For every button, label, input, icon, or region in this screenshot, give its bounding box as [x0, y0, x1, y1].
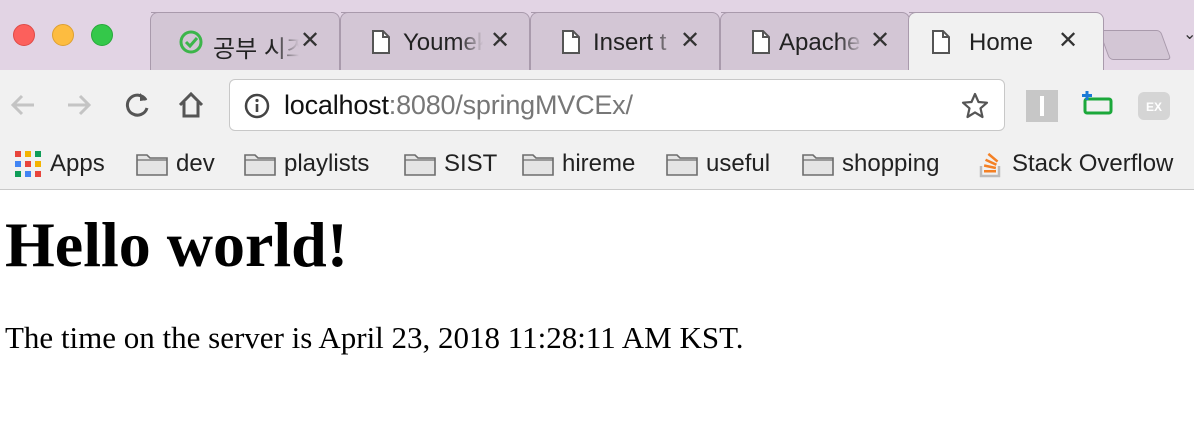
bookmark-folder-dev[interactable]: dev — [136, 146, 215, 182]
tab-close-icon[interactable]: ✕ — [487, 28, 513, 54]
tab-label: Apache — [779, 29, 861, 56]
tab-label: Home — [969, 29, 1034, 56]
page-icon — [562, 30, 580, 54]
tab-strip: 공부 시즈 ✕ Youmek ✕ Insert t ✕ Apache ✕ Hom… — [0, 0, 1194, 70]
browser-toolbar: localhost:8080/springMVCEx/ EX — [0, 70, 1194, 140]
tab-apache[interactable]: Apache ✕ — [720, 12, 910, 70]
info-icon[interactable] — [244, 93, 270, 119]
bookmark-label: dev — [176, 150, 215, 177]
page-heading: Hello world! — [5, 209, 349, 280]
bookmark-folder-playlists[interactable]: playlists — [244, 146, 369, 182]
bookmark-apps[interactable]: Apps — [14, 146, 105, 182]
reload-icon[interactable] — [120, 88, 154, 122]
apps-grid-icon — [15, 151, 41, 177]
tab-close-icon[interactable]: ✕ — [297, 28, 323, 54]
url-host: localhost — [284, 90, 389, 120]
folder-icon — [404, 154, 436, 176]
page-content: Hello world! The time on the server is A… — [0, 190, 1194, 426]
tab-close-icon[interactable]: ✕ — [677, 28, 703, 54]
bookmarks-bar: Apps dev playlists SIST hireme useful sh… — [0, 140, 1194, 190]
window-zoom-button[interactable] — [91, 24, 113, 46]
server-time-text: The time on the server is April 23, 2018… — [5, 320, 744, 355]
bookmark-folder-sist[interactable]: SIST — [404, 146, 497, 182]
folder-icon — [244, 154, 276, 176]
window-close-button[interactable] — [13, 24, 35, 46]
tab-home[interactable]: Home ✕ — [908, 12, 1104, 70]
address-bar[interactable]: localhost:8080/springMVCEx/ — [229, 79, 1005, 131]
tab-study-timer[interactable]: 공부 시즈 ✕ — [150, 12, 340, 70]
page-icon — [932, 30, 950, 54]
folder-icon — [802, 154, 834, 176]
tab-label: 공부 시즈 — [213, 36, 299, 63]
tab-label: Insert t — [593, 29, 667, 56]
url-path: :8080/springMVCEx/ — [388, 90, 633, 120]
bookmark-label: SIST — [444, 150, 498, 177]
window-minimize-button[interactable] — [52, 24, 74, 46]
folder-icon — [666, 154, 698, 176]
tab-insert[interactable]: Insert t ✕ — [530, 12, 720, 70]
page-icon — [752, 30, 770, 54]
folder-icon — [522, 154, 554, 176]
bookmark-folder-shopping[interactable]: shopping — [802, 146, 939, 182]
new-tab-button[interactable] — [1098, 30, 1172, 60]
bookmark-stack-overflow[interactable]: Stack Overflow — [978, 146, 1173, 182]
study-timer-icon — [179, 30, 203, 54]
bookmark-star-icon[interactable] — [960, 91, 990, 121]
tab-youmek[interactable]: Youmek ✕ — [340, 12, 530, 70]
bookmark-label: useful — [706, 150, 771, 177]
bookmark-label: shopping — [842, 150, 940, 177]
stack-overflow-icon — [979, 152, 1001, 178]
tab-close-icon[interactable]: ✕ — [867, 28, 893, 54]
back-arrow-icon[interactable] — [6, 88, 40, 122]
instapaper-icon[interactable] — [1026, 90, 1058, 122]
chevron-down-icon[interactable]: ⌄ — [1183, 24, 1194, 44]
page-icon — [372, 30, 390, 54]
bookmark-label: playlists — [284, 150, 370, 177]
bookmark-label: Stack Overflow — [1012, 150, 1174, 177]
folder-icon — [136, 154, 168, 176]
bookmark-label: Apps — [50, 150, 105, 177]
url-text[interactable]: localhost:8080/springMVCEx/ — [284, 90, 633, 121]
tag-extension-icon[interactable] — [1082, 90, 1114, 122]
tab-label: Youmek — [403, 29, 483, 56]
bookmark-label: hireme — [562, 150, 636, 177]
bookmark-folder-useful[interactable]: useful — [666, 146, 770, 182]
forward-arrow-icon[interactable] — [62, 88, 96, 122]
bookmark-folder-hireme[interactable]: hireme — [522, 146, 635, 182]
home-icon[interactable] — [174, 88, 208, 122]
tab-close-icon[interactable]: ✕ — [1055, 28, 1081, 54]
svg-text:EX: EX — [1146, 100, 1162, 114]
ex-extension-icon[interactable]: EX — [1138, 90, 1170, 122]
